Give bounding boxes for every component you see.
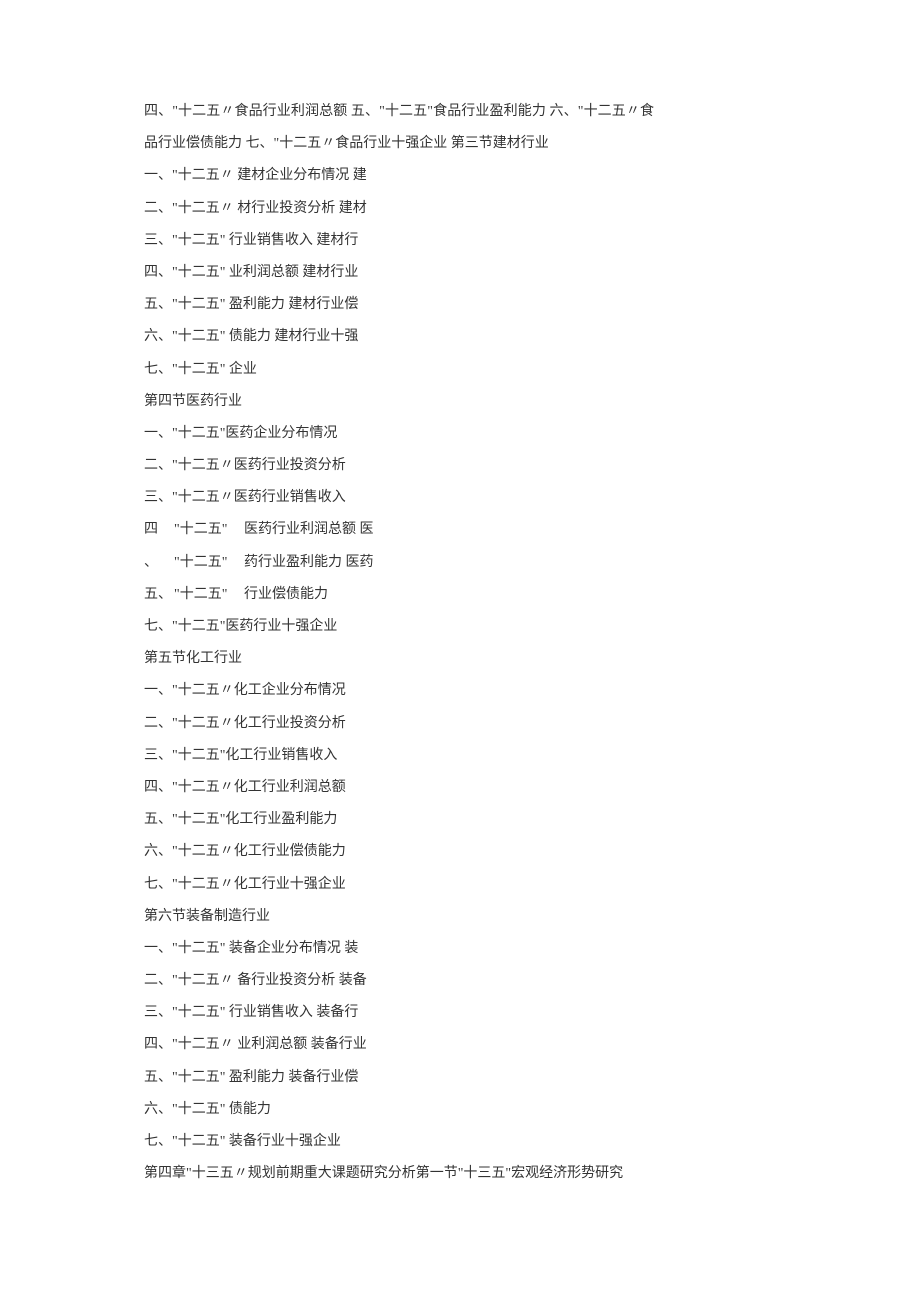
yy-r6-text: 行业偿债能力 (244, 579, 654, 611)
hg-line-1: 一、"十二五〃化工企业分布情况 (144, 675, 654, 707)
jc-line-2: 二、"十二五〃 材行业投资分析 建材 (144, 193, 654, 225)
yy-r6-period: "十二五" (174, 579, 244, 611)
zb-line-6: 六、"十二五" 债能力 (144, 1094, 654, 1126)
zb-line-7: 七、"十二五" 装备行业十强企业 (144, 1126, 654, 1158)
hg-line-4: 四、"十二五〃化工行业利润总额 (144, 772, 654, 804)
hg-line-6: 六、"十二五〃化工行业偿债能力 (144, 836, 654, 868)
yy-r6-marker: 五、 (144, 579, 174, 611)
zb-line-1: 一、"十二五" 装备企业分布情况 装 (144, 933, 654, 965)
yy-row-6: 五、 "十二五" 行业偿债能力 (144, 579, 654, 611)
yy-row-4: 四 "十二五" 医药行业利润总额 医 (144, 514, 654, 546)
jc-line-1: 一、"十二五〃 建材企业分布情况 建 (144, 160, 654, 192)
yy-r4-period: "十二五" (174, 514, 244, 546)
yy-r5-period: "十二五" (174, 547, 244, 579)
hg-line-3: 三、"十二五"化工行业销售收入 (144, 740, 654, 772)
zb-line-4: 四、"十二五〃 业利润总额 装备行业 (144, 1029, 654, 1061)
section-5-heading: 第五节化工行业 (144, 643, 654, 675)
yy-line-2: 二、"十二五〃医药行业投资分析 (144, 450, 654, 482)
jc-line-6: 六、"十二五" 债能力 建材行业十强 (144, 321, 654, 353)
yy-r4-text: 医药行业利润总额 医 (244, 514, 654, 546)
yy-line-3: 三、"十二五〃医药行业销售收入 (144, 482, 654, 514)
hg-line-5: 五、"十二五"化工行业盈利能力 (144, 804, 654, 836)
jc-line-3: 三、"十二五" 行业销售收入 建材行 (144, 225, 654, 257)
chapter-4-heading: 第四章"十三五〃规划前期重大课题研究分析第一节"十三五"宏观经济形势研究 (144, 1158, 654, 1190)
yy-r5-text: 药行业盈利能力 医药 (244, 547, 654, 579)
yy-r5-marker: 、 (144, 547, 174, 579)
document-body: 四、"十二五〃食品行业利润总额 五、"十二五"食品行业盈利能力 六、"十二五〃食… (144, 96, 654, 1190)
zb-line-5: 五、"十二五" 盈利能力 装备行业偿 (144, 1062, 654, 1094)
zb-line-3: 三、"十二五" 行业销售收入 装备行 (144, 997, 654, 1029)
intro-paragraph: 四、"十二五〃食品行业利润总额 五、"十二五"食品行业盈利能力 六、"十二五〃食… (144, 96, 654, 160)
jc-line-5: 五、"十二五" 盈利能力 建材行业偿 (144, 289, 654, 321)
yy-line-7: 七、"十二五"医药行业十强企业 (144, 611, 654, 643)
hg-line-7: 七、"十二五〃化工行业十强企业 (144, 869, 654, 901)
yy-r4-marker: 四 (144, 514, 174, 546)
jc-line-4: 四、"十二五" 业利润总额 建材行业 (144, 257, 654, 289)
zb-line-2: 二、"十二五〃 备行业投资分析 装备 (144, 965, 654, 997)
yy-line-1: 一、"十二五"医药企业分布情况 (144, 418, 654, 450)
hg-line-2: 二、"十二五〃化工行业投资分析 (144, 708, 654, 740)
yy-row-5: 、 "十二五" 药行业盈利能力 医药 (144, 547, 654, 579)
section-4-heading: 第四节医药行业 (144, 386, 654, 418)
section-6-heading: 第六节装备制造行业 (144, 901, 654, 933)
jc-line-7: 七、"十二五" 企业 (144, 354, 654, 386)
